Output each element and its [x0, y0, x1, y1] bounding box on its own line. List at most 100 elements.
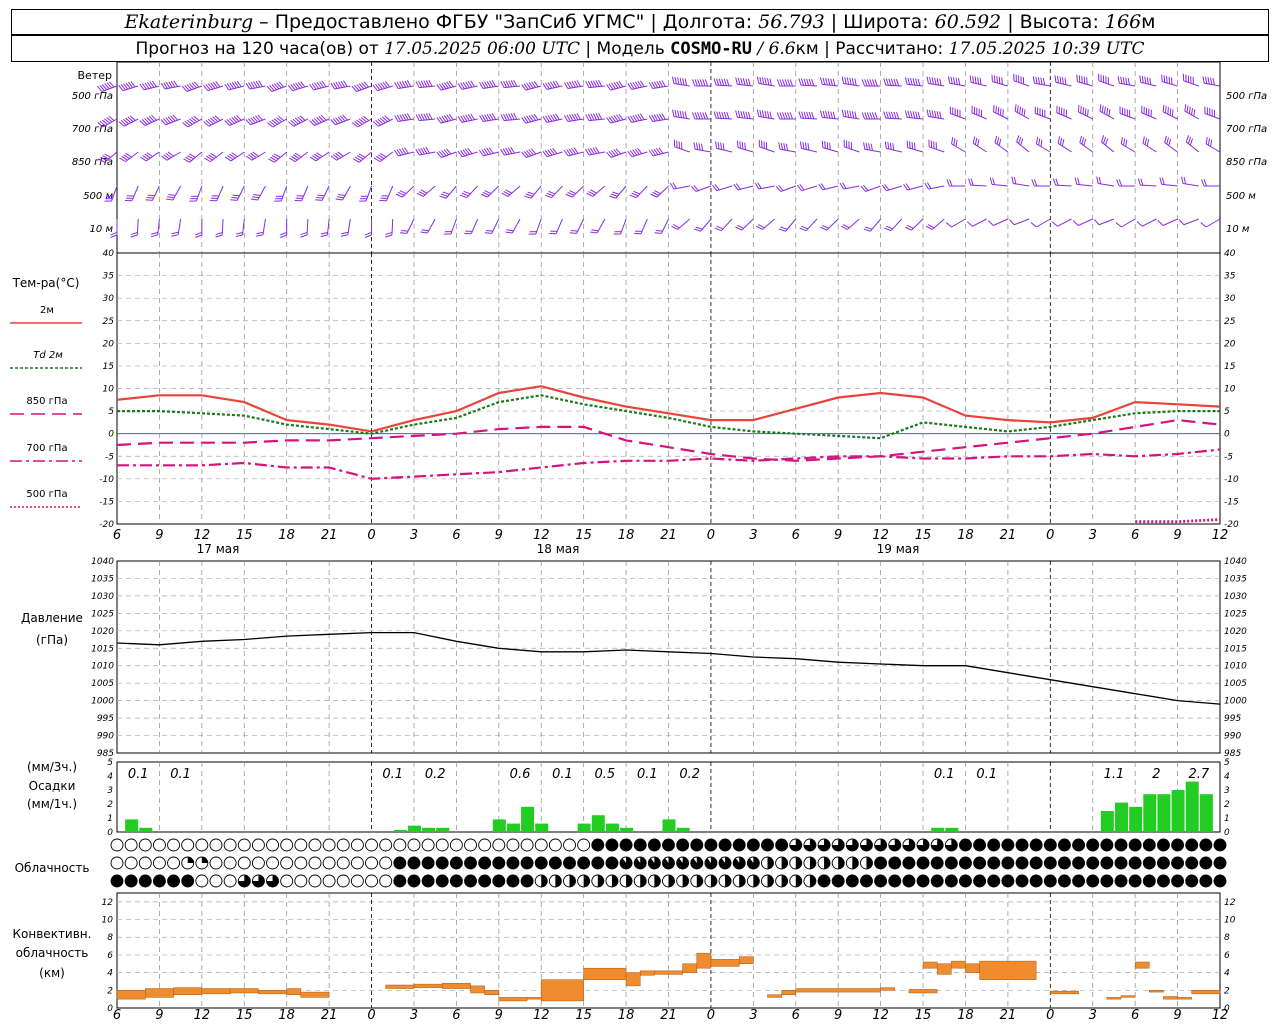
wind-barb-feather	[171, 231, 179, 235]
pressure-title: Давление	[21, 611, 83, 625]
wind-barb-feather	[742, 78, 746, 86]
conv-cloud-bar	[781, 990, 797, 995]
wind-barb-feather	[723, 78, 727, 86]
wind-barb-feather	[945, 222, 952, 228]
cloud-cover-icon	[732, 838, 746, 852]
wind-barb-feather	[885, 78, 889, 86]
wind-level-label-right: 500 гПа	[1226, 91, 1267, 102]
wind-barb-feather	[808, 78, 812, 86]
wind-barb-feather	[841, 76, 845, 84]
wind-barb-feather	[931, 110, 934, 118]
cloud-cover-icon	[492, 874, 506, 888]
cloud-cover-fill	[795, 875, 802, 887]
precip-bar	[1171, 790, 1185, 832]
cloud-cover-fill	[809, 857, 816, 869]
wind-barb-feather	[870, 143, 873, 151]
wind-barb-feather	[890, 111, 894, 119]
chart-dynamic-layer: 500 гПа 500 гПа 700 гПа 700 гПа 850 гПа 850 г…	[10, 61, 1267, 1023]
temp-legend-label: 850 гПа	[26, 396, 67, 407]
wind-barb-feather	[1083, 76, 1086, 84]
cloud-cover-icon	[167, 838, 181, 852]
cloud-cover-icon	[563, 856, 576, 870]
wind-barb-feather	[320, 231, 328, 235]
temp-y-tick-left: 0	[108, 430, 114, 440]
wind-barb-feather	[994, 135, 998, 143]
wind-barb-feather	[1106, 107, 1109, 116]
wind-barb-feather	[979, 77, 982, 85]
wind-barb-feather	[691, 79, 696, 87]
cloud-cover-fill	[654, 875, 661, 887]
conv-x-tick-label: 6	[792, 1008, 800, 1023]
cloud-cover-icon	[845, 874, 859, 888]
cloud-cover-icon	[350, 856, 364, 870]
wind-barb-feather	[957, 78, 961, 86]
wind-barb-feather	[704, 79, 709, 87]
cloud-cover-icon	[336, 856, 350, 870]
cloud-cover-icon	[1029, 856, 1043, 870]
cloud-cover-icon	[209, 856, 223, 870]
temp-y-tick-left: -15	[99, 497, 114, 507]
wind-barb-feather	[716, 111, 720, 119]
wind-barb-feather	[695, 226, 703, 230]
cloud-cover-icon	[266, 838, 280, 852]
temp-y-tick-left: -5	[105, 452, 114, 462]
wind-barb-feather	[1200, 222, 1207, 228]
wind-barb-feather	[677, 110, 680, 118]
cloud-cover-fill	[710, 875, 717, 887]
wind-barb-feather	[892, 143, 895, 151]
cloud-cover-icon	[888, 874, 902, 888]
wind-barb-feather	[717, 141, 720, 150]
pressure-y-tick-left: 1015	[91, 644, 114, 654]
wind-barb-feather	[1081, 137, 1085, 145]
cloud-cover-fill	[583, 875, 590, 887]
wind-barb-feather	[397, 191, 405, 196]
wind-barb-feather	[736, 140, 739, 148]
temp-series-line	[1135, 518, 1221, 524]
cloud-cover-icon	[563, 838, 576, 852]
wind-barb	[951, 218, 966, 228]
wind-barb-feather	[906, 224, 914, 229]
cloud-cover-icon	[237, 838, 251, 852]
wind-barb	[1077, 218, 1093, 226]
wind-level-label-left: 700 гПа	[72, 124, 113, 135]
wind-barb-feather	[1201, 179, 1205, 187]
temp-y-tick-right: 0	[1224, 430, 1230, 440]
temp-x-tick-label: 9	[834, 528, 842, 543]
precip-y-tick-left: 4	[107, 772, 113, 782]
cloud-cover-icon	[1072, 856, 1086, 870]
conv-y-tick-left: 6	[107, 951, 113, 961]
cloud-cover-icon	[407, 838, 421, 852]
wind-barb-feather	[1139, 75, 1142, 83]
wind-barb-feather	[904, 110, 908, 118]
wind-barb-feather	[1137, 178, 1141, 186]
cloud-cover-icon	[718, 838, 732, 852]
temp-legend-label: 2м	[40, 305, 54, 316]
wind-barb-feather	[778, 228, 786, 232]
cloud-cover-icon	[308, 874, 322, 888]
wind-barb-feather	[995, 106, 997, 114]
wind-barb-feather	[955, 139, 958, 147]
precip-total-label: 0.1	[170, 767, 191, 782]
cloud-cover-icon	[591, 856, 605, 870]
cloud-cover-icon	[237, 856, 251, 870]
conv-x-tick-label: 9	[834, 1008, 842, 1023]
wind-barb-feather	[874, 79, 878, 87]
wind-barb-feather	[442, 191, 450, 195]
wind-barb-feather	[1122, 77, 1125, 85]
cloud-cover-icon	[506, 856, 520, 870]
wind-barb-feather	[977, 77, 980, 85]
wind-barb-feather	[1144, 137, 1148, 145]
cloud-cover-icon	[379, 838, 393, 852]
wind-barb-feather	[926, 76, 929, 84]
cloud-cover-icon	[1213, 874, 1227, 888]
wind-barb-feather	[884, 141, 887, 149]
wind-barb-feather	[893, 78, 897, 86]
wind-barb-feather	[776, 112, 781, 120]
cloud-cover-icon	[1114, 874, 1128, 888]
wind-barb-feather	[888, 111, 892, 119]
wind-barb-feather	[484, 190, 492, 195]
cloud-cover-fill	[781, 875, 788, 887]
precip-y-tick-left: 2	[107, 800, 113, 810]
wind-barb-feather	[787, 79, 791, 87]
pressure-y-tick-left: 1010	[91, 662, 114, 672]
